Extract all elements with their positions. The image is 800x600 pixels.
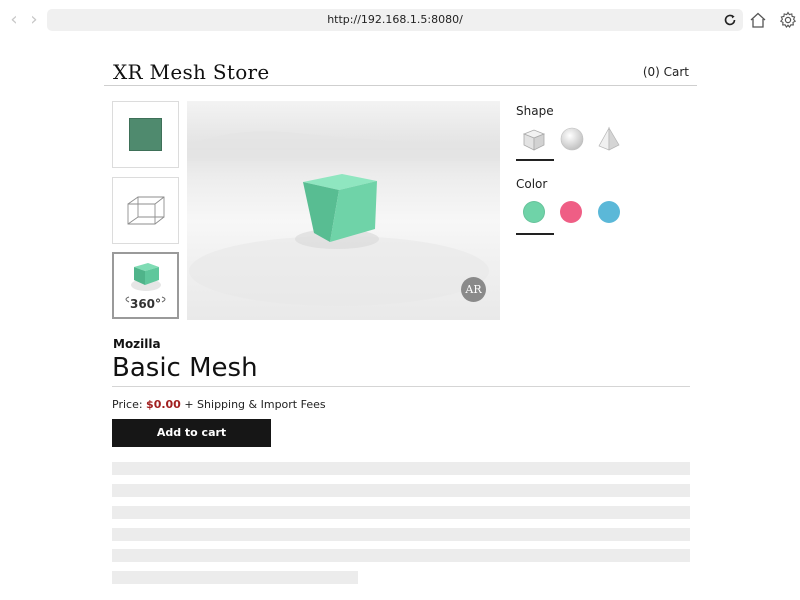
header-divider: [104, 85, 697, 86]
ar-button[interactable]: AR: [461, 277, 486, 302]
color-label: Color: [516, 177, 548, 191]
chevron-left-icon[interactable]: ‹: [6, 11, 22, 29]
description-placeholder-line: [112, 528, 690, 541]
model-viewer[interactable]: AR: [187, 101, 500, 320]
address-bar[interactable]: http://192.168.1.5:8080/: [47, 9, 743, 31]
reload-icon[interactable]: [723, 13, 737, 27]
url-text[interactable]: http://192.168.1.5:8080/: [47, 13, 743, 26]
cart-link[interactable]: (0) Cart: [643, 65, 689, 79]
description-placeholder-line: [112, 571, 358, 584]
shape-selection-indicator: [516, 159, 554, 161]
thumbnail-color-swatch[interactable]: [112, 101, 179, 168]
green-swatch-image: [129, 118, 162, 151]
pyramid-shape-option[interactable]: [596, 126, 622, 152]
price-prefix: Price:: [112, 398, 147, 411]
description-placeholder-line: [112, 484, 690, 497]
product-brand: Mozilla: [113, 337, 161, 351]
label-360: 360°: [129, 297, 162, 311]
price-suffix: + Shipping & Import Fees: [180, 398, 326, 411]
price-amount: $0.00: [146, 398, 181, 411]
description-placeholder-line: [112, 549, 690, 562]
description-placeholder-line: [112, 506, 690, 519]
chevron-right-icon[interactable]: ›: [26, 11, 42, 29]
description-placeholder-line: [112, 462, 690, 475]
browser-toolbar: ‹ › http://192.168.1.5:8080/: [0, 0, 800, 40]
cube-shape-option[interactable]: [521, 126, 547, 152]
color-option-mint[interactable]: [523, 201, 545, 223]
store-title[interactable]: XR Mesh Store: [113, 60, 270, 84]
product-title: Basic Mesh: [112, 353, 258, 383]
color-option-blue[interactable]: [598, 201, 620, 223]
viewer-scene: [187, 131, 500, 306]
thumbnail-wireframe[interactable]: [112, 177, 179, 244]
add-to-cart-button[interactable]: Add to cart: [112, 419, 271, 447]
title-divider: [112, 386, 690, 387]
color-selection-indicator: [516, 233, 554, 235]
wireframe-cube-icon: [127, 196, 165, 225]
sphere-shape-option[interactable]: [559, 126, 585, 152]
shape-label: Shape: [516, 104, 554, 118]
thumbnail-360-view[interactable]: 360°: [112, 252, 179, 319]
home-icon[interactable]: [749, 11, 767, 29]
price-line: Price: $0.00 + Shipping & Import Fees: [112, 398, 326, 411]
gear-icon[interactable]: [779, 11, 797, 29]
color-option-pink[interactable]: [560, 201, 582, 223]
